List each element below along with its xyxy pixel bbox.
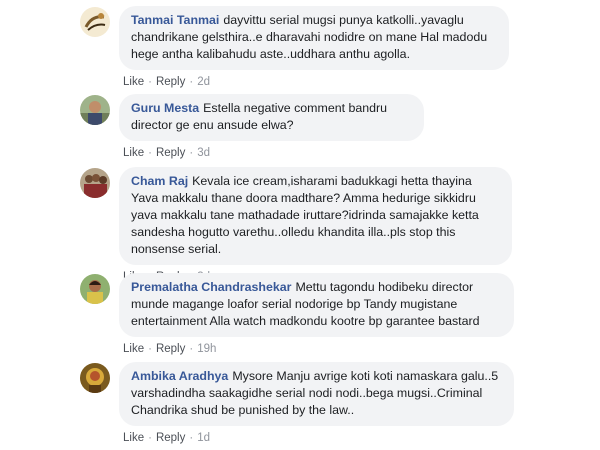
like-button[interactable]: Like bbox=[123, 147, 144, 159]
comment-bubble: Premalatha Chandrashekar Mettu tagondu ho… bbox=[119, 273, 514, 337]
like-button[interactable]: Like bbox=[123, 76, 144, 88]
reply-button[interactable]: Reply bbox=[156, 343, 185, 355]
comment-actions: Like · Reply · 2d bbox=[123, 76, 509, 88]
separator: · bbox=[148, 343, 152, 355]
separator: · bbox=[189, 343, 194, 355]
comment: Premalatha Chandrashekar Mettu tagondu ho… bbox=[80, 273, 514, 355]
comment-timestamp[interactable]: 3d bbox=[197, 147, 210, 159]
like-button[interactable]: Like bbox=[123, 432, 144, 444]
comment: Guru Mesta Estella negative comment bandr… bbox=[80, 94, 424, 159]
comment-actions: Like · Reply · 19h bbox=[123, 343, 514, 355]
comment-timestamp[interactable]: 1d bbox=[197, 432, 210, 444]
separator: · bbox=[189, 432, 194, 444]
person-photo-avatar-icon[interactable] bbox=[80, 274, 110, 304]
comment-author[interactable]: Guru Mesta bbox=[131, 101, 199, 115]
reply-button[interactable]: Reply bbox=[156, 432, 185, 444]
separator: · bbox=[148, 432, 152, 444]
comment-bubble: Cham Raj Kevala ice cream,isharami badukk… bbox=[119, 167, 512, 265]
separator: · bbox=[148, 147, 152, 159]
comment-author[interactable]: Cham Raj bbox=[131, 174, 188, 188]
comment-timestamp[interactable]: 2d bbox=[197, 76, 210, 88]
separator: · bbox=[148, 76, 152, 88]
comment-actions: Like · Reply · 1d bbox=[123, 432, 514, 444]
comment: Tanmai Tanmai dayvittu serial mugsi punya… bbox=[80, 6, 509, 88]
reply-button[interactable]: Reply bbox=[156, 76, 185, 88]
deity-photo-avatar-icon[interactable] bbox=[80, 363, 110, 393]
comment-bubble: Tanmai Tanmai dayvittu serial mugsi punya… bbox=[119, 6, 509, 70]
comment-bubble: Guru Mesta Estella negative comment bandr… bbox=[119, 94, 424, 141]
separator: · bbox=[189, 147, 194, 159]
comment-timestamp[interactable]: 19h bbox=[197, 343, 216, 355]
like-button[interactable]: Like bbox=[123, 343, 144, 355]
person-photo-avatar-icon[interactable] bbox=[80, 95, 110, 125]
comment-actions: Like · Reply · 3d bbox=[123, 147, 424, 159]
stylized-logo-avatar-icon[interactable] bbox=[80, 7, 110, 37]
separator: · bbox=[189, 76, 194, 88]
comment-author[interactable]: Tanmai Tanmai bbox=[131, 13, 219, 27]
comment: Cham Raj Kevala ice cream,isharami badukk… bbox=[80, 167, 512, 283]
comment-author[interactable]: Premalatha Chandrashekar bbox=[131, 280, 291, 294]
comment-author[interactable]: Ambika Aradhya bbox=[131, 369, 228, 383]
comment-bubble: Ambika Aradhya Mysore Manju avrige koti k… bbox=[119, 362, 514, 426]
comment: Ambika Aradhya Mysore Manju avrige koti k… bbox=[80, 362, 514, 444]
reply-button[interactable]: Reply bbox=[156, 147, 185, 159]
group-photo-avatar-icon[interactable] bbox=[80, 168, 110, 198]
